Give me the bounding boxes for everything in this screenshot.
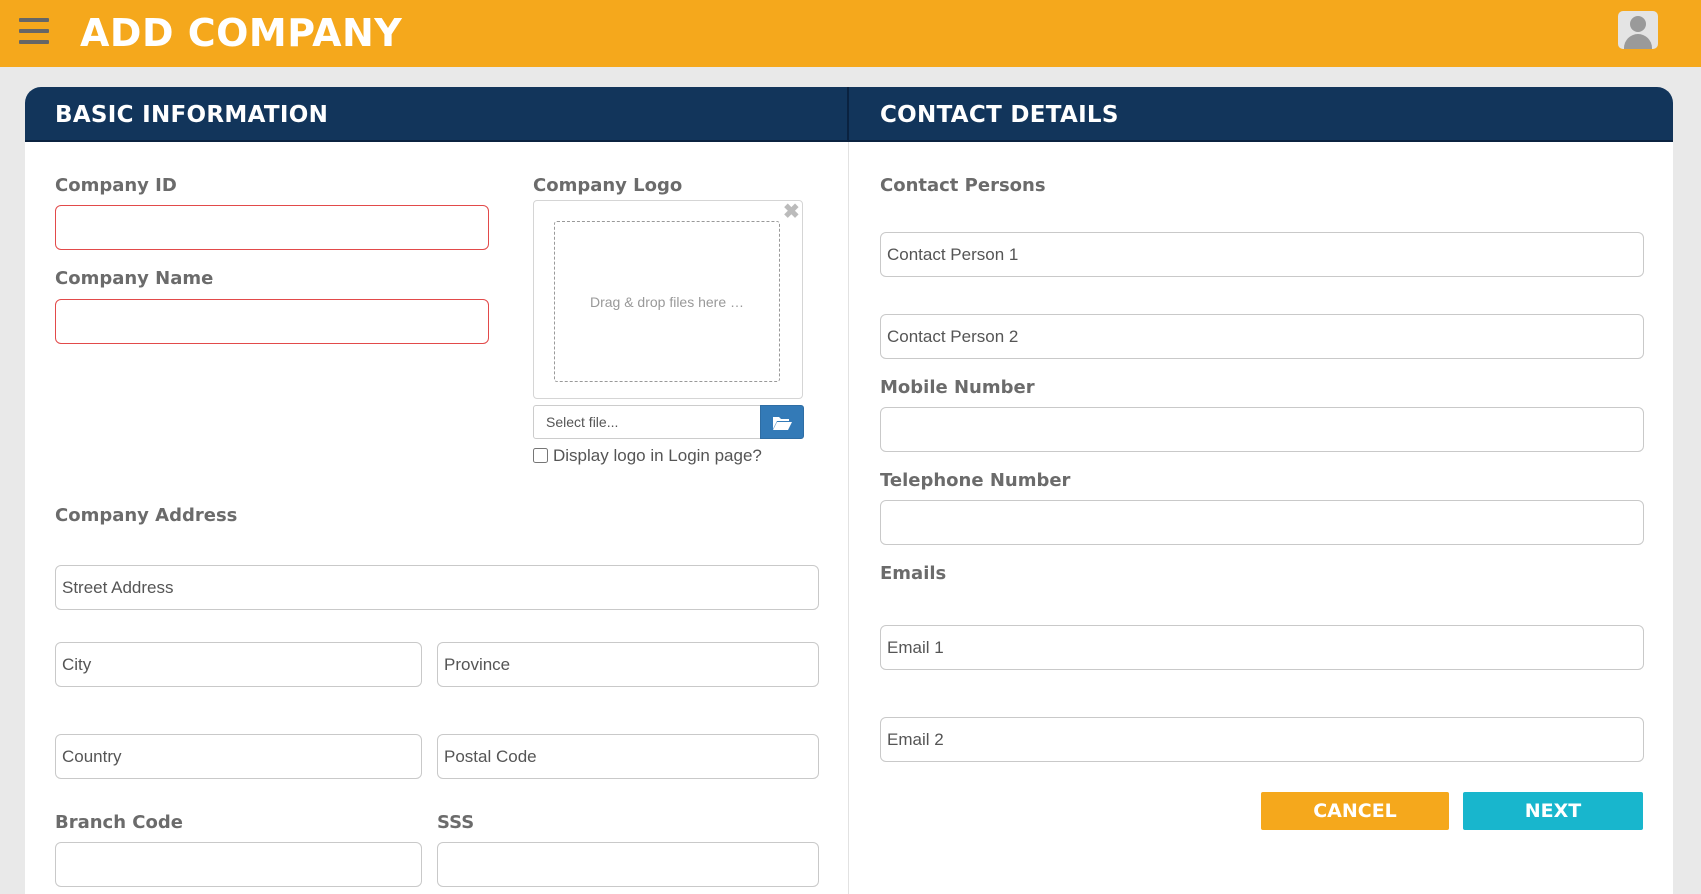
display-logo-checkbox[interactable]: [533, 448, 548, 463]
cancel-button[interactable]: CANCEL: [1261, 792, 1449, 830]
contact-person-2-input[interactable]: [880, 314, 1644, 359]
company-name-input[interactable]: [55, 299, 489, 344]
close-icon[interactable]: ✖: [783, 202, 800, 222]
emails-label: Emails: [880, 563, 947, 584]
company-address-label: Company Address: [55, 505, 238, 526]
logo-upload-box: Drag & drop files here … ✖: [533, 200, 803, 399]
mobile-number-label: Mobile Number: [880, 377, 1035, 398]
folder-open-icon: [773, 416, 792, 430]
contact-persons-label: Contact Persons: [880, 175, 1046, 196]
branch-code-input[interactable]: [55, 842, 422, 887]
city-input[interactable]: [55, 642, 422, 687]
sss-label: SSS: [437, 812, 475, 833]
email-2-input[interactable]: [880, 717, 1644, 762]
company-id-input[interactable]: [55, 205, 489, 250]
contact-person-1-input[interactable]: [880, 232, 1644, 277]
page-title: ADD COMPANY: [80, 11, 403, 55]
display-logo-label: Display logo in Login page?: [553, 446, 762, 465]
card-header: BASIC INFORMATION CONTACT DETAILS: [25, 87, 1673, 142]
street-address-input[interactable]: [55, 565, 819, 610]
branch-code-label: Branch Code: [55, 812, 183, 833]
postal-code-input[interactable]: [437, 734, 819, 779]
sss-input[interactable]: [437, 842, 819, 887]
select-file-input[interactable]: [533, 405, 761, 439]
province-input[interactable]: [437, 642, 819, 687]
file-drop-zone[interactable]: Drag & drop files here …: [554, 221, 780, 382]
column-divider: [848, 142, 849, 894]
top-bar: ADD COMPANY: [0, 0, 1701, 67]
contact-details-title: CONTACT DETAILS: [880, 102, 1119, 128]
telephone-number-input[interactable]: [880, 500, 1644, 545]
user-avatar-icon[interactable]: [1618, 11, 1658, 49]
email-1-input[interactable]: [880, 625, 1644, 670]
company-id-label: Company ID: [55, 175, 177, 196]
header-divider: [847, 87, 849, 142]
form-card: BASIC INFORMATION CONTACT DETAILS Compan…: [25, 87, 1673, 894]
company-logo-label: Company Logo: [533, 175, 683, 196]
next-button[interactable]: NEXT: [1463, 792, 1643, 830]
browse-file-button[interactable]: [760, 405, 804, 439]
basic-information-title: BASIC INFORMATION: [55, 102, 329, 128]
company-name-label: Company Name: [55, 268, 214, 289]
telephone-number-label: Telephone Number: [880, 470, 1071, 491]
country-input[interactable]: [55, 734, 422, 779]
hamburger-menu-icon[interactable]: [19, 18, 49, 44]
mobile-number-input[interactable]: [880, 407, 1644, 452]
